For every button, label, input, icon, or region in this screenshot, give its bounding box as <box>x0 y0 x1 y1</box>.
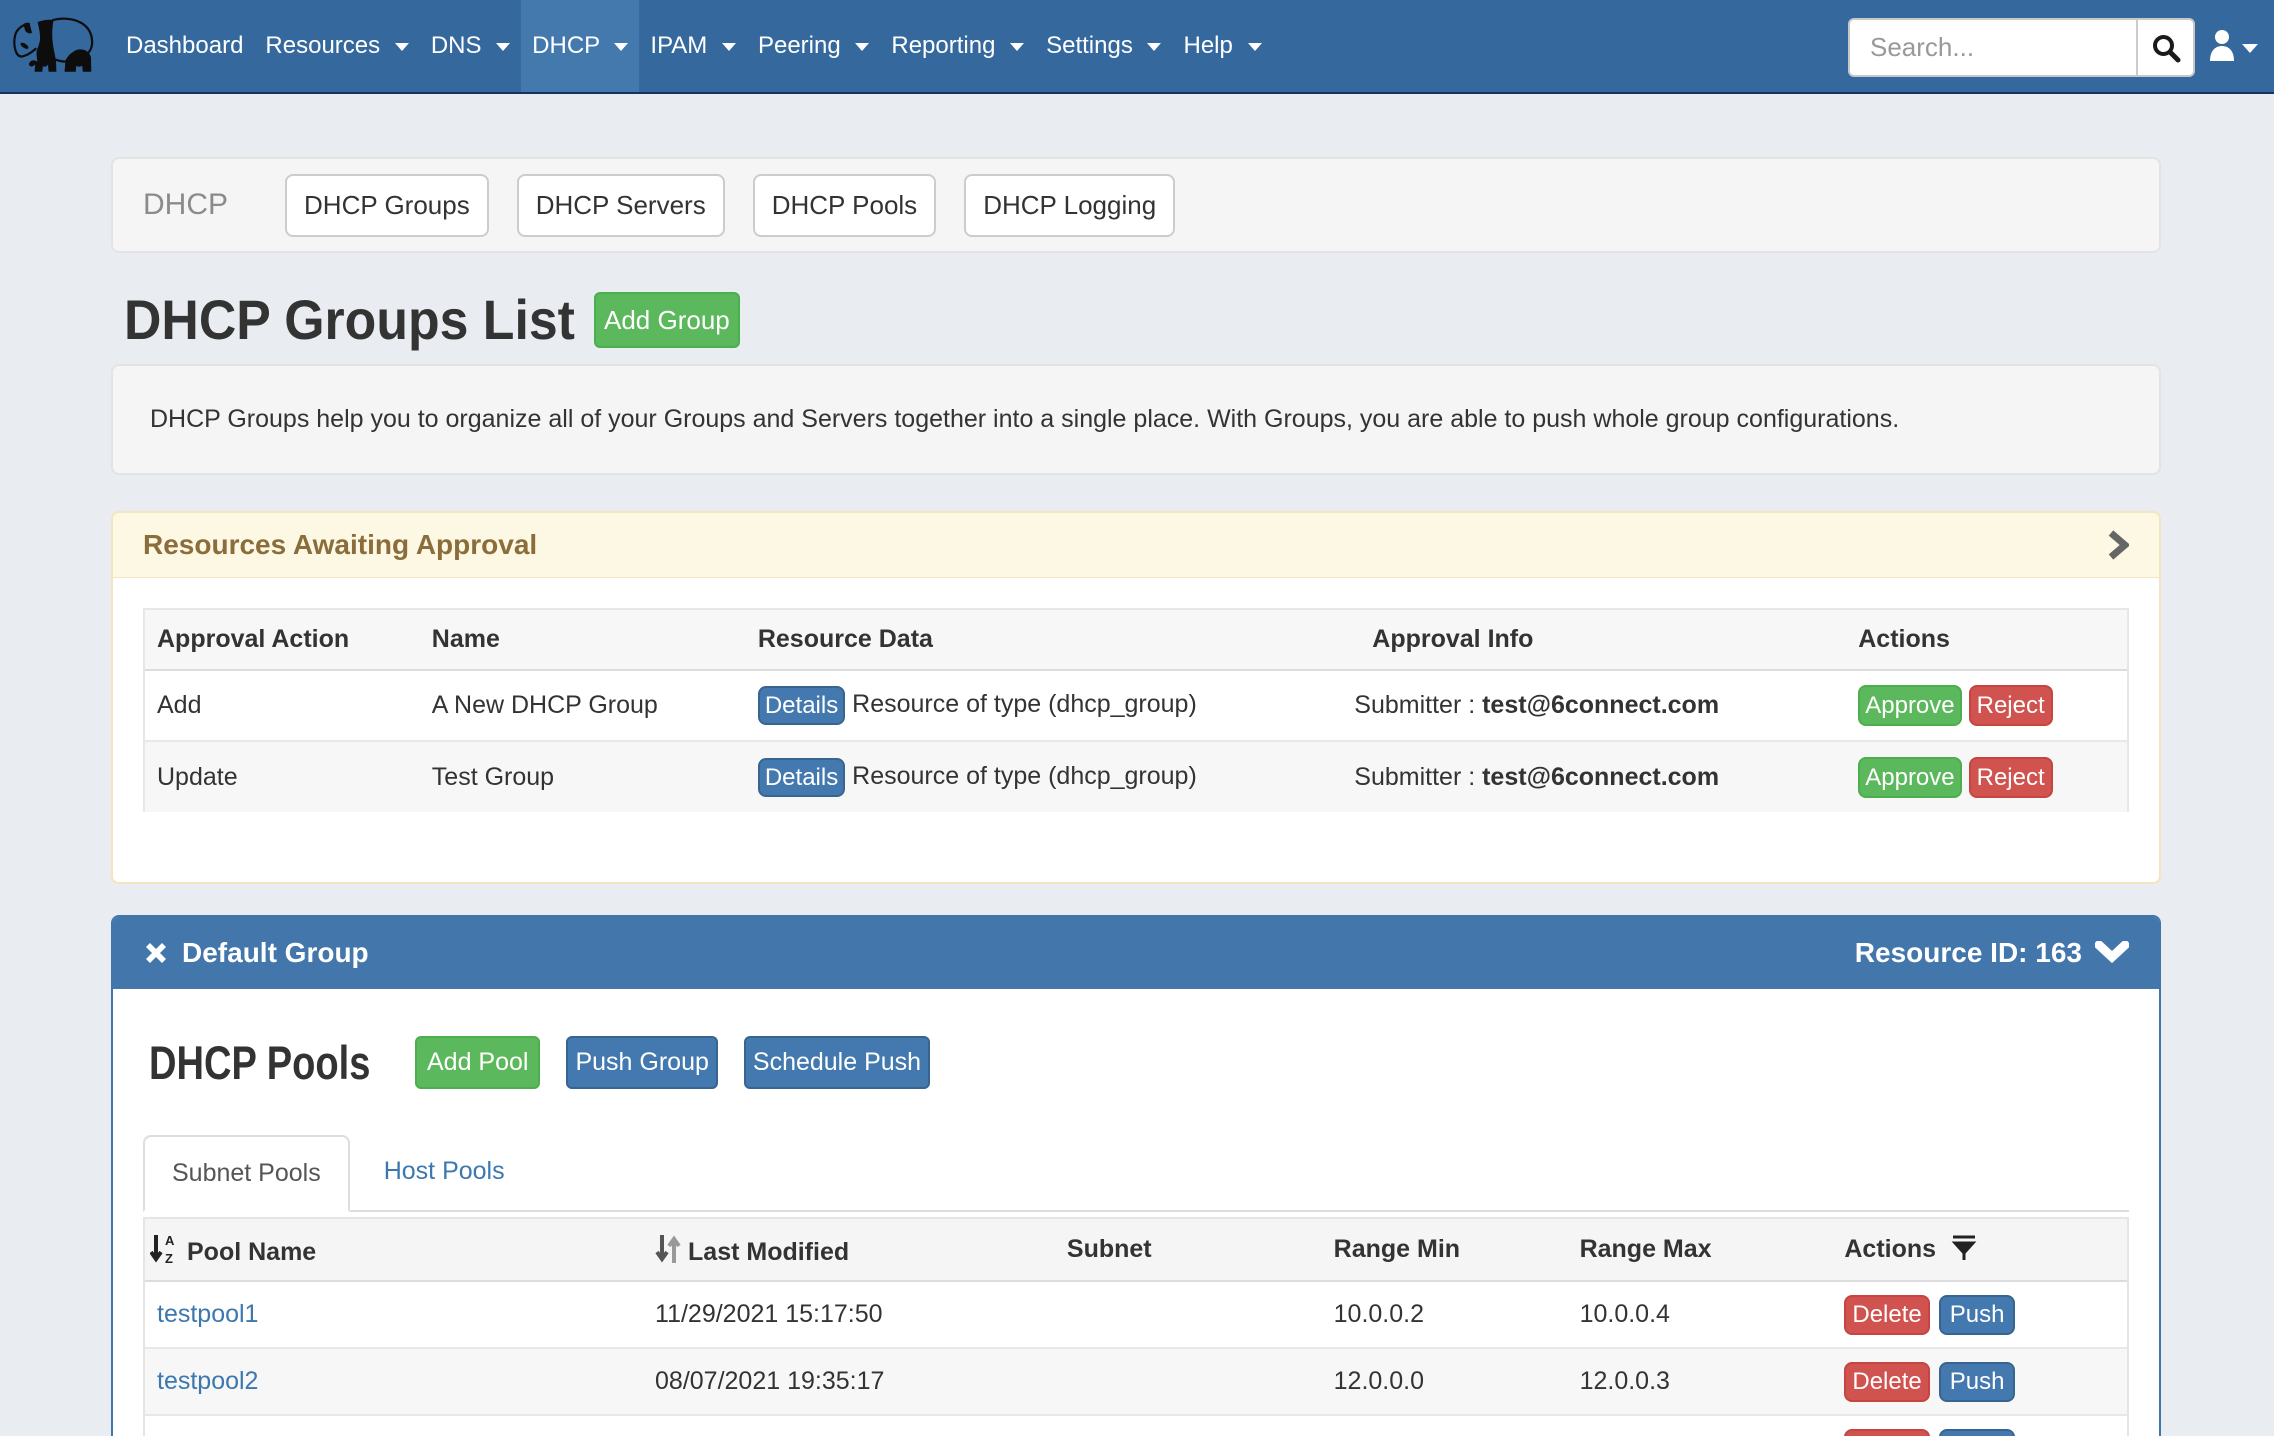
svg-text:Z: Z <box>165 1251 173 1265</box>
svg-text:A: A <box>165 1233 175 1248</box>
